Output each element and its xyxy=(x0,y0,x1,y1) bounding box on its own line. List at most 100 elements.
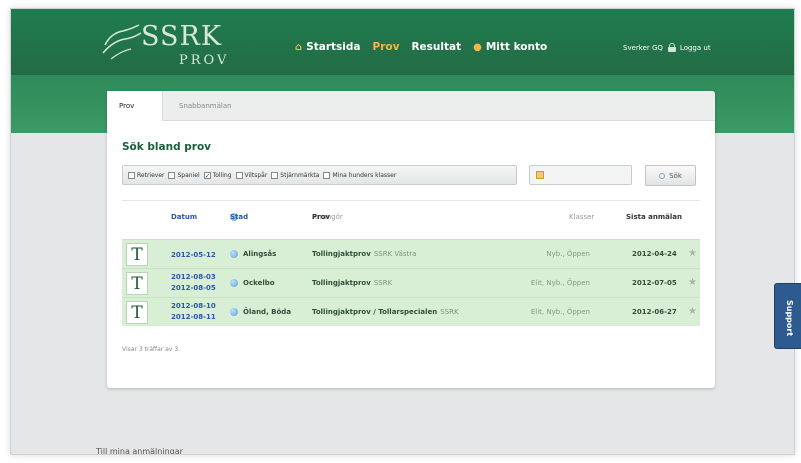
support-label: Support xyxy=(785,300,794,337)
col-klasser: Klasser xyxy=(569,213,595,221)
home-icon: ⌂ xyxy=(295,41,303,53)
row-sista-anmalan: 2012-06-27 xyxy=(632,308,677,316)
table-row[interactable]: T 2012-08-03 2012-08-05 Ockelbo Tollingj… xyxy=(122,268,700,297)
nav-resultat[interactable]: Resultat xyxy=(411,41,461,53)
filter-label: Tolling xyxy=(212,171,232,179)
logout-link[interactable]: Logga ut xyxy=(680,44,711,52)
filter-retriever[interactable]: Retriever xyxy=(128,171,165,179)
row-date-end: 2012-08-05 xyxy=(171,284,216,292)
search-button-label: Sök xyxy=(669,171,682,180)
nav-mitt-konto-label: Mitt konto xyxy=(485,41,548,53)
col-prov[interactable]: Prov Arrangör xyxy=(312,213,343,221)
search-heading: Sök bland prov xyxy=(122,141,212,153)
nav-prov-label: Prov xyxy=(372,41,400,53)
row-city: Öland, Böda xyxy=(230,308,291,316)
search-icon xyxy=(659,172,666,179)
tab-bar: Prov Snabbanmälan xyxy=(107,91,715,121)
row-prov[interactable]: Tollingjaktprov SSRK Västra xyxy=(312,250,416,258)
table-row[interactable]: T 2012-05-12 Alingsås Tollingjaktprov SSR… xyxy=(122,239,700,268)
row-city: Ockelbo xyxy=(230,279,275,287)
content-card: Prov Snabbanmälan Sök bland prov Retriev… xyxy=(107,91,715,388)
row-sista-anmalan: 2012-04-24 xyxy=(632,250,677,258)
filter-label: Retriever xyxy=(137,171,165,179)
row-city-label: Öland, Böda xyxy=(243,308,292,316)
lock-icon xyxy=(667,43,676,52)
table-header: Datum Stad Prov Arrangör Klasser Sista a… xyxy=(122,213,700,227)
col-sista-anmalan[interactable]: Sista anmälan xyxy=(626,213,682,221)
user-area: Sverker GQ Logga ut xyxy=(623,43,711,52)
filter-spaniel[interactable]: Spaniel xyxy=(168,171,200,179)
row-date: 2012-08-10 2012-08-11 xyxy=(171,301,216,323)
filter-label: Mina hunders klasser xyxy=(332,171,397,179)
tab-snabbanmalan[interactable]: Snabbanmälan xyxy=(167,91,244,121)
logo-subtitle: PROV xyxy=(179,53,230,68)
date-picker[interactable] xyxy=(529,165,632,185)
row-city-label: Ockelbo xyxy=(243,279,275,287)
tolling-badge: T xyxy=(126,243,148,266)
header-bar: SSRK PROV ⌂ Startsida Prov Resultat ● Mi… xyxy=(11,9,794,75)
tab-prov[interactable]: Prov xyxy=(107,91,163,121)
user-name[interactable]: Sverker GQ xyxy=(623,44,663,52)
row-date-start: 2012-08-03 xyxy=(171,273,216,281)
col-datum[interactable]: Datum xyxy=(171,213,197,221)
row-date: 2012-05-12 xyxy=(171,251,216,259)
checkbox[interactable] xyxy=(168,171,176,179)
checkbox-checked[interactable]: ✓ xyxy=(203,171,211,179)
row-prov-label: Tollingjaktprov / Tollarspecialen xyxy=(312,308,438,316)
tolling-badge: T xyxy=(126,301,148,324)
logo-title: SSRK xyxy=(141,21,223,52)
calendar-icon xyxy=(536,171,544,179)
row-klasser: Elit, Nyb., Öppen xyxy=(530,279,590,287)
filter-label: Viltspår xyxy=(244,171,268,179)
checkbox[interactable] xyxy=(323,171,331,179)
filter-bar: Retriever Spaniel ✓ Tolling Viltspår Stjä… xyxy=(122,165,517,185)
row-prov-label: Tollingjaktprov xyxy=(312,279,371,287)
col-stad-label: Stad xyxy=(230,213,249,221)
filter-stjarnmarkta[interactable]: Stjärnmärkta xyxy=(271,171,320,179)
col-prov-label: Prov xyxy=(312,213,330,221)
main-nav: ⌂ Startsida Prov Resultat ● Mitt konto xyxy=(295,41,559,53)
nav-startsida[interactable]: ⌂ Startsida xyxy=(295,41,361,53)
filter-label: Stjärnmärkta xyxy=(280,171,320,179)
search-button[interactable]: Sök xyxy=(645,165,696,186)
globe-icon xyxy=(230,279,238,287)
checkbox[interactable] xyxy=(128,171,135,179)
row-prov[interactable]: Tollingjaktprov / Tollarspecialen SSRK xyxy=(312,308,459,316)
support-tab[interactable]: Support xyxy=(774,283,801,349)
tolling-badge: T xyxy=(126,272,148,295)
row-sista-anmalan: 2012-07-05 xyxy=(632,279,677,287)
browser-window: SSRK PROV ⌂ Startsida Prov Resultat ● Mi… xyxy=(10,8,795,455)
ssrk-logo[interactable]: SSRK PROV xyxy=(101,21,231,71)
row-organizer: SSRK xyxy=(373,279,393,287)
result-count: Visar 3 träffar av 3. xyxy=(122,346,181,353)
row-prov[interactable]: Tollingjaktprov SSRK xyxy=(312,279,392,287)
filter-viltspar[interactable]: Viltspår xyxy=(235,171,268,179)
star-icon[interactable]: ★ xyxy=(688,277,697,288)
globe-icon xyxy=(230,250,238,258)
star-icon[interactable]: ★ xyxy=(688,306,697,317)
divider xyxy=(122,200,700,201)
row-klasser: Elit, Nyb., Öppen xyxy=(530,308,590,316)
globe-icon xyxy=(230,308,238,316)
row-organizer: SSRK Västra xyxy=(373,250,417,258)
row-prov-label: Tollingjaktprov xyxy=(312,250,371,258)
user-icon: ● xyxy=(473,41,482,53)
row-city-label: Alingsås xyxy=(243,250,277,258)
table-row[interactable]: T 2012-08-10 2012-08-11 Öland, Böda Toll… xyxy=(122,297,700,326)
nav-resultat-label: Resultat xyxy=(411,41,462,53)
row-date-start: 2012-08-10 xyxy=(171,302,216,310)
nav-mitt-konto[interactable]: ● Mitt konto xyxy=(473,41,547,53)
checkbox[interactable] xyxy=(235,171,243,179)
nav-startsida-label: Startsida xyxy=(306,41,361,53)
checkbox[interactable] xyxy=(271,171,279,179)
my-registrations-link[interactable]: Till mina anmälningar xyxy=(96,447,183,454)
filter-label: Spaniel xyxy=(177,171,200,179)
row-organizer: SSRK xyxy=(440,308,459,316)
nav-prov[interactable]: Prov xyxy=(373,41,400,53)
star-icon[interactable]: ★ xyxy=(688,248,697,259)
filter-mina-hunders-klasser[interactable]: Mina hunders klasser xyxy=(323,171,397,179)
row-city: Alingsås xyxy=(230,250,276,258)
row-date: 2012-08-03 2012-08-05 xyxy=(171,272,216,294)
filter-tolling[interactable]: ✓ Tolling xyxy=(203,171,232,179)
logo-swoosh-icon xyxy=(102,24,142,60)
